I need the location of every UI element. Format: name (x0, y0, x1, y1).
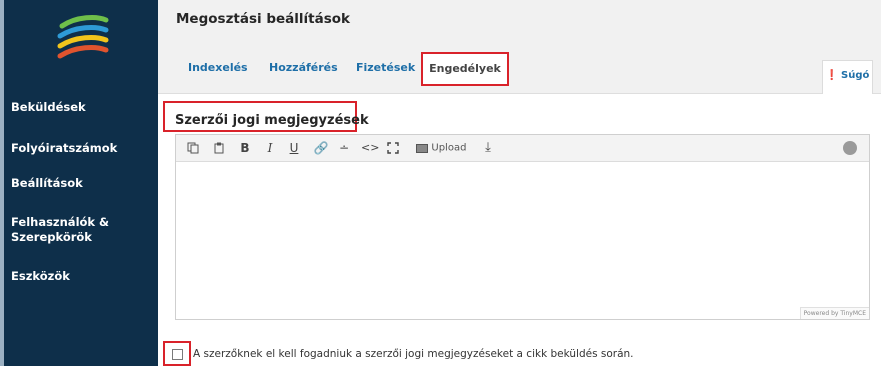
link-icon[interactable]: 🔗 (313, 139, 329, 157)
tab-payments[interactable]: Fizetések (356, 61, 415, 74)
copyright-notice-label: Szerzői jogi megjegyzések (163, 101, 369, 132)
tab-indexing[interactable]: Indexelés (188, 61, 248, 74)
page-title: Megosztási beállítások (176, 11, 351, 27)
require-agreement-checkbox[interactable] (172, 349, 183, 360)
sidebar-item-users-label: Felhasználók & (11, 215, 110, 229)
sidebar-item-issues[interactable]: Folyóiratszámok (11, 141, 151, 156)
page-header: Megosztási beállítások Indexelés Hozzáfé… (158, 0, 881, 94)
copyright-notice-editor: B I U 🔗 ∸ <> Upload ⤓ Powered by TinyMCE (175, 134, 870, 320)
sidebar-item-settings[interactable]: Beállítások (11, 176, 151, 191)
tab-permissions[interactable]: Engedélyek (421, 52, 509, 86)
copy-icon[interactable] (184, 139, 202, 157)
bold-icon[interactable]: B (237, 139, 253, 157)
sidebar-item-submissions[interactable]: Beküldések (11, 100, 151, 115)
globe-icon[interactable] (843, 141, 857, 155)
sidebar-item-tools[interactable]: Eszközök (11, 269, 151, 284)
sidebar: Beküldések Folyóiratszámok Beállítások F… (0, 0, 158, 366)
image-icon (415, 144, 428, 153)
italic-icon[interactable]: I (262, 139, 278, 157)
editor-toolbar: B I U 🔗 ∸ <> Upload ⤓ (176, 135, 869, 162)
help-button[interactable]: ❗ Súgó (822, 60, 873, 94)
paste-icon[interactable] (210, 139, 228, 157)
sidebar-item-roles-label: Szerepkörök (11, 230, 92, 244)
help-label: Súgó (841, 70, 870, 81)
upload-file-icon[interactable]: ⤓ (480, 139, 496, 157)
upload-image-button[interactable]: Upload (412, 139, 470, 157)
tab-access[interactable]: Hozzáférés (269, 61, 338, 74)
powered-by-tinymce: Powered by TinyMCE (799, 307, 869, 319)
editor-text-area[interactable] (176, 163, 869, 308)
journal-logo-icon (57, 15, 109, 59)
fullscreen-icon[interactable] (384, 139, 402, 157)
help-icon: ❗ (825, 70, 839, 81)
underline-icon[interactable]: U (286, 139, 302, 157)
unlink-icon[interactable]: ∸ (336, 139, 352, 157)
sidebar-item-users-roles[interactable]: Felhasználók & Szerepkörök (11, 215, 151, 245)
code-icon[interactable]: <> (361, 139, 379, 157)
upload-label: Upload (431, 142, 467, 154)
logo-caption (40, 64, 126, 74)
checkbox-highlight (163, 341, 191, 366)
require-agreement-label[interactable]: A szerzőknek el kell fogadniuk a szerzői… (193, 348, 634, 360)
